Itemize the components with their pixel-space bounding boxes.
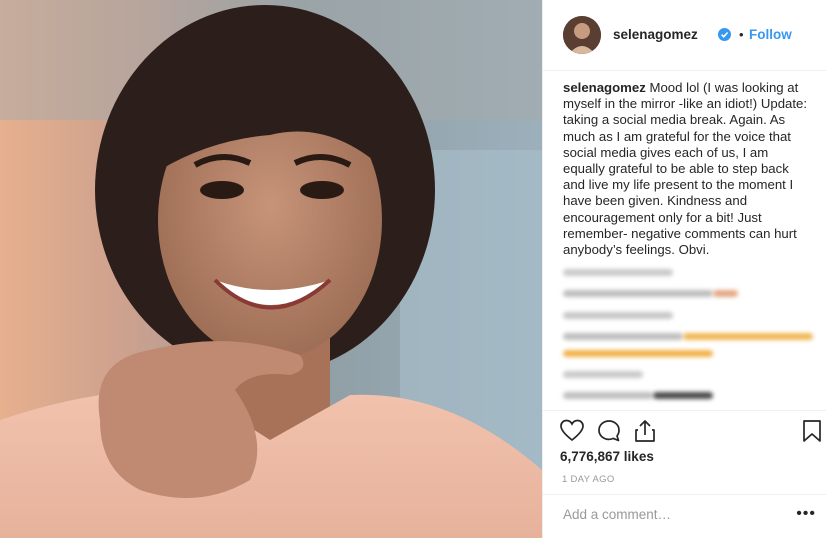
caption-username[interactable]: selenagomez bbox=[563, 80, 646, 95]
share-icon[interactable] bbox=[632, 418, 658, 444]
comment-box: ••• bbox=[543, 494, 826, 539]
comment-bubble-icon[interactable] bbox=[596, 418, 622, 444]
blurred-comment bbox=[563, 312, 673, 319]
caption-text: Mood lol (I was looking at myself in the… bbox=[563, 80, 808, 258]
blurred-comment bbox=[563, 371, 643, 378]
post-timestamp[interactable]: 1 DAY AGO bbox=[562, 474, 615, 485]
blurred-comment bbox=[563, 333, 683, 340]
username-link[interactable]: selenagomez bbox=[613, 27, 698, 42]
portrait-image bbox=[0, 0, 542, 538]
post-caption: selenagomez Mood lol (I was looking at m… bbox=[563, 80, 813, 258]
blurred-comment bbox=[653, 392, 713, 399]
blurred-comment bbox=[563, 290, 713, 297]
bookmark-icon[interactable] bbox=[799, 418, 825, 444]
blurred-comment bbox=[683, 333, 813, 340]
blurred-comment bbox=[563, 392, 653, 399]
verified-badge-icon bbox=[718, 28, 731, 41]
blurred-comment bbox=[713, 290, 738, 297]
heart-icon[interactable] bbox=[559, 418, 585, 444]
avatar[interactable] bbox=[563, 16, 601, 54]
post-header: selenagomez • Follow bbox=[543, 0, 826, 71]
more-options-button[interactable]: ••• bbox=[796, 505, 816, 523]
likes-count[interactable]: 6,776,867 likes bbox=[560, 449, 654, 464]
follow-button[interactable]: Follow bbox=[749, 27, 792, 42]
instagram-post: selenagomez • Follow selenagomez Mood lo… bbox=[0, 0, 826, 538]
action-bar-divider bbox=[543, 410, 826, 411]
post-photo[interactable] bbox=[0, 0, 542, 538]
blurred-comment bbox=[563, 350, 713, 357]
blurred-comment bbox=[563, 269, 673, 276]
separator-dot: • bbox=[739, 27, 744, 42]
comment-input[interactable] bbox=[563, 507, 783, 522]
